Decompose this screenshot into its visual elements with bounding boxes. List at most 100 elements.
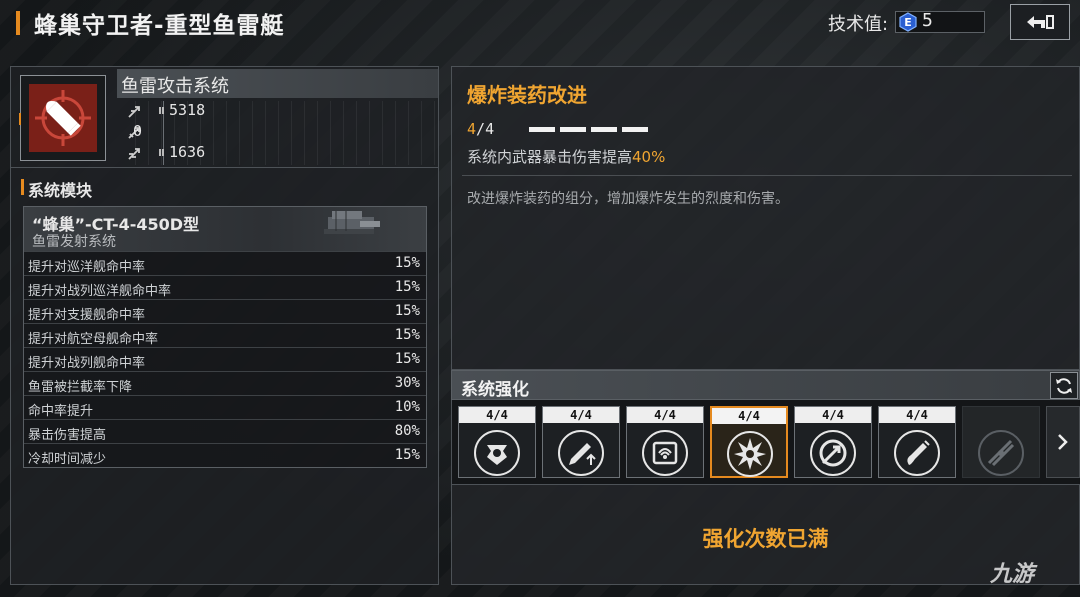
attribute-value: 10% bbox=[394, 399, 420, 415]
stat-bar-icon bbox=[159, 107, 164, 114]
weapon-panel: 鱼雷攻击系统 5318 0 1636 系统模块 “蜂巢”-CT-4-450D型 bbox=[10, 66, 439, 585]
page-title: 蜂巢守卫者-重型鱼雷艇 bbox=[34, 13, 285, 39]
hive-emblem-icon bbox=[474, 430, 520, 476]
chevron-right-icon bbox=[1058, 434, 1068, 450]
enhance-header: 系统强化 bbox=[451, 370, 1080, 400]
attribute-value: 15% bbox=[394, 351, 420, 367]
attribute-value: 15% bbox=[394, 303, 420, 319]
back-arrow-icon bbox=[1027, 15, 1054, 29]
attribute-value: 15% bbox=[394, 447, 420, 463]
weapon-name: 鱼雷攻击系统 bbox=[121, 76, 229, 97]
module-header: “蜂巢”-CT-4-450D型 鱼雷发射系统 bbox=[24, 207, 426, 251]
enhance-card[interactable]: 4/4 bbox=[878, 406, 956, 478]
card-level: 4/4 bbox=[879, 407, 955, 423]
upgrade-level-sep: / bbox=[476, 120, 486, 138]
enhance-card[interactable]: 4/4 bbox=[794, 406, 872, 478]
upgrade-description: 改进爆炸装药的组分，增加爆炸发生的烈度和伤害。 bbox=[467, 191, 789, 207]
refresh-button[interactable] bbox=[1050, 372, 1078, 399]
stat-range: 1636 bbox=[123, 143, 438, 163]
title-accent-bar bbox=[16, 11, 20, 35]
enhance-card[interactable]: 4/4 bbox=[626, 406, 704, 478]
weapon-name-bar: 鱼雷攻击系统 bbox=[117, 69, 438, 98]
attribute-row: 暴击伤害提高 80% bbox=[24, 419, 426, 443]
tech-label: 技术值: bbox=[828, 14, 889, 35]
section-marker bbox=[21, 179, 24, 195]
back-button[interactable] bbox=[1010, 4, 1070, 40]
upgrade-detail-panel: 爆炸装药改进 4/4 系统内武器暴击伤害提高40% 改进爆炸装药的组分，增加爆炸… bbox=[451, 66, 1080, 370]
section-label: 系统模块 bbox=[28, 181, 93, 200]
attribute-value: 80% bbox=[394, 423, 420, 439]
selection-marker bbox=[19, 113, 21, 125]
stat-damage: 5318 bbox=[123, 101, 438, 121]
enhance-card-row: 4/4 4/4 4/4 4/4 4/4 4/4 bbox=[451, 400, 1080, 484]
level-pip bbox=[591, 127, 617, 132]
attribute-value: 15% bbox=[394, 255, 420, 271]
attribute-value: 15% bbox=[394, 279, 420, 295]
attribute-row: 提升对支援舰命中率 15% bbox=[24, 299, 426, 323]
module-card[interactable]: “蜂巢”-CT-4-450D型 鱼雷发射系统 提升对巡洋舰命中率 15% 提升对战列… bbox=[23, 206, 427, 468]
attribute-name: 提升对巡洋舰命中率 bbox=[28, 260, 146, 275]
level-pip bbox=[560, 127, 586, 132]
upgrade-level-current: 4 bbox=[467, 120, 477, 138]
attribute-name: 提升对战列舰命中率 bbox=[28, 356, 146, 371]
enhance-status-panel: 强化次数已满 bbox=[451, 484, 1080, 585]
upgrade-effect: 系统内武器暴击伤害提高40% bbox=[467, 146, 665, 167]
locked-weapon-icon bbox=[978, 430, 1024, 476]
card-level: 4/4 bbox=[543, 407, 619, 423]
card-level: 4/4 bbox=[459, 407, 535, 423]
upgrade-title: 爆炸装药改进 bbox=[467, 83, 587, 107]
stat-bar-icon bbox=[159, 149, 164, 156]
attribute-row: 鱼雷被拦截率下降 30% bbox=[24, 371, 426, 395]
attribute-name: 鱼雷被拦截率下降 bbox=[28, 380, 133, 395]
range-icon bbox=[128, 148, 140, 160]
explosion-icon bbox=[727, 431, 773, 477]
attribute-row: 提升对战列巡洋舰命中率 15% bbox=[24, 275, 426, 299]
enhance-card-selected[interactable]: 4/4 bbox=[710, 406, 788, 478]
attribute-value: 15% bbox=[394, 327, 420, 343]
weapon-icon-frame[interactable] bbox=[20, 75, 106, 161]
card-level: 4/4 bbox=[795, 407, 871, 423]
pencil-upgrade-icon bbox=[558, 430, 604, 476]
upgrade-level: 4/4 bbox=[467, 120, 494, 138]
upgrade-level-max: 4 bbox=[485, 120, 495, 138]
attribute-name: 暴击伤害提高 bbox=[28, 428, 107, 443]
stat-penetration-value: 0 bbox=[133, 122, 143, 140]
torpedo-launcher-image bbox=[324, 211, 380, 234]
level-pip bbox=[529, 127, 555, 132]
attribute-row: 提升对航空母舰命中率 15% bbox=[24, 323, 426, 347]
watermark-logo: 九游 bbox=[990, 562, 1035, 587]
attribute-row: 提升对战列舰命中率 15% bbox=[24, 347, 426, 371]
attribute-row: 提升对巡洋舰命中率 15% bbox=[24, 251, 426, 275]
divider bbox=[462, 175, 1072, 176]
module-type: 鱼雷发射系统 bbox=[32, 234, 116, 250]
weapon-stats: 5318 0 1636 bbox=[123, 101, 438, 165]
attribute-name: 命中率提升 bbox=[28, 404, 94, 419]
guitar-missile-icon bbox=[894, 430, 940, 476]
refresh-icon bbox=[1056, 377, 1072, 394]
card-level: 4/4 bbox=[627, 407, 703, 423]
attribute-row: 命中率提升 10% bbox=[24, 395, 426, 419]
upgrade-effect-value: 40% bbox=[632, 148, 666, 166]
weapon-header: 鱼雷攻击系统 5318 0 1636 bbox=[11, 67, 438, 168]
stat-damage-value: 5318 bbox=[169, 101, 206, 119]
torpedo-crosshair-icon bbox=[35, 90, 91, 146]
stat-range-value: 1636 bbox=[169, 143, 206, 161]
tech-point-icon: E bbox=[899, 12, 917, 32]
enhance-max-text: 强化次数已满 bbox=[702, 527, 829, 551]
enhance-card-locked[interactable] bbox=[962, 406, 1040, 478]
attribute-row: 冷却时间减少 15% bbox=[24, 443, 426, 467]
attribute-name: 冷却时间减少 bbox=[28, 452, 107, 467]
attribute-name: 提升对战列巡洋舰命中率 bbox=[28, 284, 172, 299]
attribute-name: 提升对航空母舰命中率 bbox=[28, 332, 159, 347]
stat-penetration: 0 bbox=[123, 122, 438, 142]
upgrade-effect-text: 系统内武器暴击伤害提高 bbox=[467, 148, 633, 166]
next-page-button[interactable] bbox=[1046, 406, 1080, 478]
level-pip bbox=[622, 127, 648, 132]
attribute-name: 提升对支援舰命中率 bbox=[28, 308, 146, 323]
tech-value: 5 bbox=[922, 10, 933, 31]
enhance-card[interactable]: 4/4 bbox=[458, 406, 536, 478]
chip-signal-icon bbox=[642, 430, 688, 476]
enhance-card[interactable]: 4/4 bbox=[542, 406, 620, 478]
weapon-icon-bg bbox=[29, 84, 97, 152]
card-level: 4/4 bbox=[712, 408, 786, 424]
